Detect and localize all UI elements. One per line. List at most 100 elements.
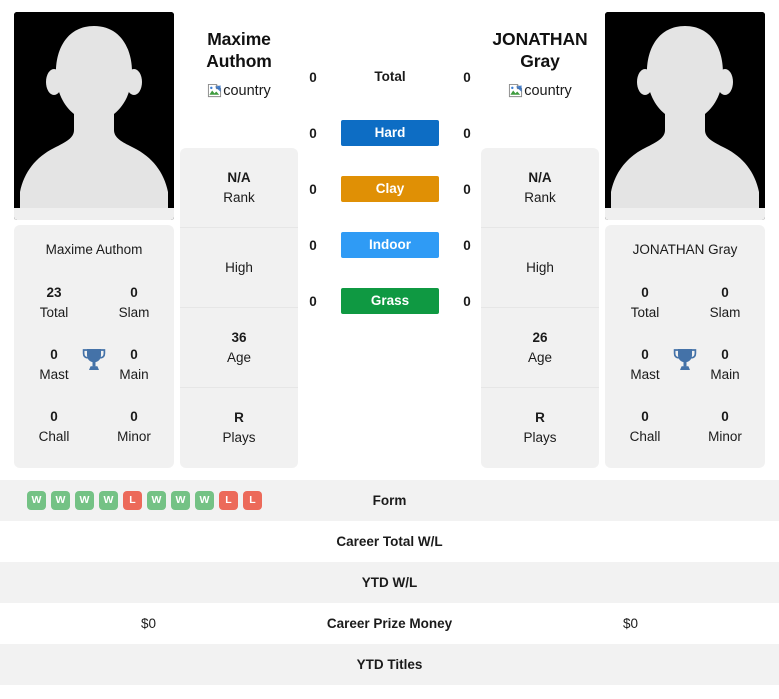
titles-slam-left: 0 Slam	[94, 272, 174, 334]
surface-clay-badge[interactable]: Clay	[341, 176, 439, 202]
surface-grass-badge[interactable]: Grass	[341, 288, 439, 314]
titles-total-label-left: Total	[39, 304, 69, 320]
titles-total-value-left: 23	[46, 284, 62, 300]
plays-label-left: Plays	[222, 430, 256, 445]
ytd-wl-left	[0, 562, 297, 603]
surface-breakdown-column: 0 Total 0 0 Hard 0 0 Clay 0 0 Indoor 0 0…	[300, 60, 480, 318]
titles-minor-left: 0 Minor	[94, 396, 174, 458]
info-high-right: High	[481, 228, 599, 308]
form-badge-win: W	[51, 491, 70, 510]
rank-label-right: Rank	[524, 189, 556, 205]
age-value-right: 26	[532, 329, 548, 345]
row-label-ytd-wl: YTD W/L	[361, 575, 418, 590]
titles-card-right: JONATHAN Gray 0 Total 0 Slam 0 Mast 0 Ma…	[605, 225, 765, 468]
titles-slam-label-right: Slam	[709, 304, 741, 320]
surface-hard-badge[interactable]: Hard	[341, 120, 439, 146]
surface-row-indoor: 0 Indoor 0	[300, 228, 480, 262]
player-name-block-left: Maxime Authom country	[180, 28, 298, 99]
surface-row-grass: 0 Grass 0	[300, 284, 480, 318]
broken-image-icon	[208, 84, 222, 98]
titles-total-label-right: Total	[630, 304, 660, 320]
form-badge-win: W	[195, 491, 214, 510]
info-plays-left: R Plays	[180, 388, 298, 468]
trophy-icon	[672, 346, 698, 372]
trophy-icon-glyph	[673, 348, 697, 370]
titles-mast-label-left: Mast	[39, 366, 69, 382]
avatar-silhouette-icon	[14, 12, 174, 220]
info-age-right: 26 Age	[481, 308, 599, 388]
table-row-ytd-titles: YTD Titles	[0, 644, 779, 685]
titles-minor-value-left: 0	[130, 408, 138, 424]
player-comparison-panel: Maxime Authom country JONATHAN Gray coun…	[0, 0, 779, 480]
high-label-left: High	[225, 259, 253, 275]
titles-chall-label-left: Chall	[38, 428, 70, 444]
form-badge-loss: L	[219, 491, 238, 510]
titles-grid-right: 0 Total 0 Slam 0 Mast 0 Main 0 Chall 0 M…	[605, 272, 765, 458]
surface-indoor-badge[interactable]: Indoor	[341, 232, 439, 258]
surface-row-clay: 0 Clay 0	[300, 172, 480, 206]
info-rank-right: N/A Rank	[481, 148, 599, 228]
broken-image-icon	[509, 84, 523, 98]
age-value-left: 36	[231, 329, 247, 345]
surface-clay-left-value: 0	[309, 181, 317, 197]
career-prize-money-right: $0	[622, 616, 639, 631]
surface-row-total: 0 Total 0	[300, 60, 480, 94]
form-badge-loss: L	[123, 491, 142, 510]
titles-slam-value-right: 0	[721, 284, 729, 300]
player-name-left[interactable]: Maxime Authom	[180, 28, 298, 73]
player-info-stack-right: N/A Rank High 26 Age R Plays	[481, 148, 599, 468]
form-badge-win: W	[147, 491, 166, 510]
ytd-titles-left	[0, 644, 297, 685]
row-label-career-total-wl: Career Total W/L	[336, 534, 443, 549]
titles-minor-label-right: Minor	[708, 428, 742, 444]
form-badges-left: WWWWLWWWLL	[14, 491, 283, 510]
country-alt-text-right: country	[524, 82, 572, 99]
titles-chall-label-right: Chall	[629, 428, 661, 444]
titles-slam-label-left: Slam	[118, 304, 150, 320]
form-badge-win: W	[75, 491, 94, 510]
table-row-ytd-wl: YTD W/L	[0, 562, 779, 603]
titles-main-label-right: Main	[710, 366, 740, 382]
titles-minor-right: 0 Minor	[685, 396, 765, 458]
form-badge-win: W	[171, 491, 190, 510]
plays-value-left: R	[234, 410, 244, 426]
surface-total-label: Total	[374, 69, 406, 84]
titles-mast-value-right: 0	[641, 346, 649, 362]
form-badge-win: W	[27, 491, 46, 510]
player-firstname-left: Maxime	[207, 29, 271, 49]
trophy-icon	[81, 346, 107, 372]
form-badge-win: W	[99, 491, 118, 510]
career-total-wl-right	[482, 521, 779, 562]
rank-label-left: Rank	[223, 189, 255, 205]
player-info-stack-left: N/A Rank High 36 Age R Plays	[180, 148, 298, 468]
surface-hard-right-value: 0	[463, 125, 471, 141]
titles-chall-value-left: 0	[50, 408, 58, 424]
titles-chall-value-right: 0	[641, 408, 649, 424]
titles-card-left: Maxime Authom 23 Total 0 Slam 0 Mast 0 M…	[14, 225, 174, 468]
surface-hard-left-value: 0	[309, 125, 317, 141]
table-row-form: WWWWLWWWLL Form	[0, 480, 779, 521]
plays-label-right: Plays	[523, 430, 557, 445]
table-row-career-prize-money: $0 Career Prize Money $0	[0, 603, 779, 644]
player-firstname-right: JONATHAN	[492, 29, 588, 49]
country-alt-text-left: country	[223, 82, 271, 99]
titles-main-value-right: 0	[721, 346, 729, 362]
info-high-left: High	[180, 228, 298, 308]
trophy-icon-glyph	[82, 348, 106, 370]
plays-value-right: R	[535, 410, 545, 426]
surface-total-right-value: 0	[463, 69, 471, 85]
titles-main-label-left: Main	[119, 366, 149, 382]
player-photo-left	[14, 12, 174, 220]
career-prize-money-left: $0	[140, 616, 157, 631]
row-label-career-prize-money: Career Prize Money	[326, 616, 453, 631]
info-rank-left: N/A Rank	[180, 148, 298, 228]
titles-grid-left: 23 Total 0 Slam 0 Mast 0 Main 0 Chall 0 …	[14, 272, 174, 458]
player-name-right[interactable]: JONATHAN Gray	[481, 28, 599, 73]
titles-card-name-left: Maxime Authom	[45, 242, 143, 257]
titles-total-left: 23 Total	[14, 272, 94, 334]
player-lastname-right: Gray	[520, 51, 560, 72]
player-name-block-right: JONATHAN Gray country	[481, 28, 599, 99]
titles-slam-right: 0 Slam	[685, 272, 765, 334]
surface-grass-right-value: 0	[463, 293, 471, 309]
form-cell-left: WWWWLWWWLL	[0, 480, 297, 521]
